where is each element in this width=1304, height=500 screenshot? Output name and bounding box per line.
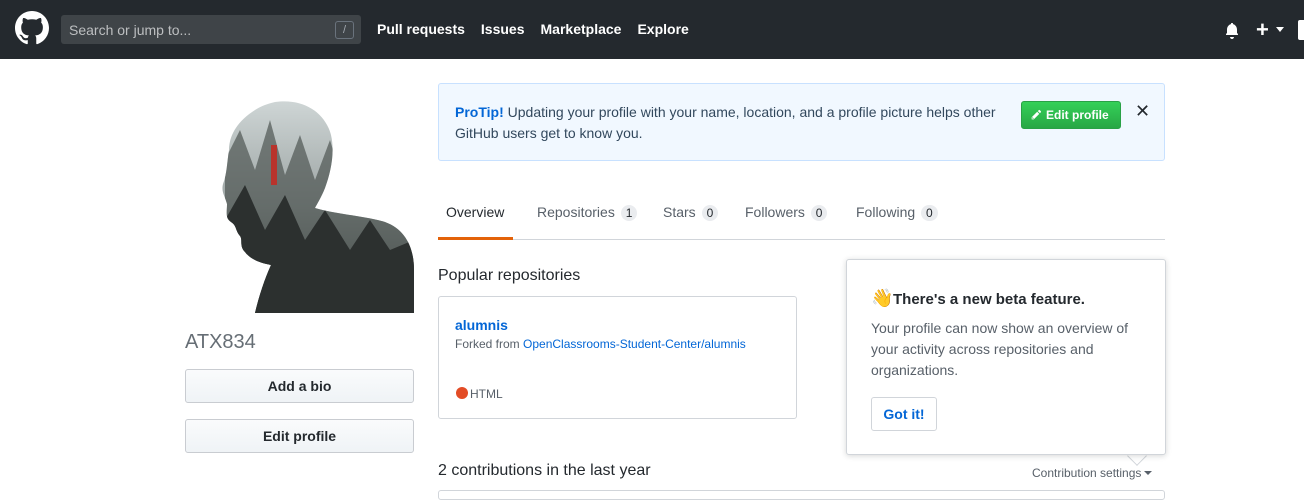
popover-body: Your profile can now show an overview of… — [871, 320, 1129, 378]
pencil-icon — [1031, 109, 1042, 120]
selected-tab-underline — [438, 237, 513, 240]
add-bio-button[interactable]: Add a bio — [185, 369, 414, 403]
header-nav: Pull requests Issues Marketplace Explore — [377, 21, 705, 37]
popover-title-text: There's a new beta feature. — [893, 291, 1085, 308]
tab-stars[interactable]: Stars 0 — [663, 204, 719, 221]
protip-edit-profile-label: Edit profile — [1046, 108, 1109, 122]
waving-hand-icon: 👋 — [871, 288, 894, 308]
forked-prefix: Forked from — [455, 337, 524, 351]
language-color-dot — [456, 387, 468, 399]
protip-banner: ProTip! Updating your profile with your … — [438, 83, 1165, 161]
tab-repositories-label: Repositories — [537, 204, 615, 220]
protip-message: Updating your profile with your name, lo… — [455, 104, 996, 141]
tab-followers-count: 0 — [810, 205, 828, 221]
bell-icon[interactable] — [1225, 23, 1239, 39]
forked-from: Forked from OpenClassrooms-Student-Cente… — [455, 337, 746, 351]
tab-following-label: Following — [856, 204, 916, 220]
tab-following[interactable]: Following 0 — [856, 204, 938, 221]
tab-stars-count: 0 — [701, 205, 719, 221]
tab-repositories-count: 1 — [620, 205, 638, 221]
got-it-button[interactable]: Got it! — [871, 397, 937, 431]
tab-stars-label: Stars — [663, 204, 696, 220]
popular-repositories-heading: Popular repositories — [438, 267, 581, 284]
protip-text: ProTip! Updating your profile with your … — [455, 102, 1015, 144]
tab-overview-label: Overview — [446, 204, 505, 220]
username: ATX834 — [185, 331, 256, 353]
chevron-down-icon[interactable] — [1276, 27, 1284, 32]
repo-language: HTML — [470, 387, 503, 401]
tab-overview[interactable]: Overview — [446, 204, 504, 220]
nav-explore[interactable]: Explore — [637, 21, 688, 37]
close-icon[interactable]: ✕ — [1135, 101, 1150, 122]
tab-followers[interactable]: Followers 0 — [745, 204, 828, 221]
protip-lead: ProTip! — [455, 104, 504, 120]
forked-source-link[interactable]: OpenClassrooms-Student-Center/alumnis — [523, 337, 746, 351]
nav-pull-requests[interactable]: Pull requests — [377, 21, 465, 37]
search-box[interactable]: / — [61, 15, 361, 44]
search-input[interactable] — [61, 15, 331, 44]
github-logo-icon[interactable] — [15, 11, 49, 45]
search-shortcut-hint: / — [335, 21, 354, 39]
nav-marketplace[interactable]: Marketplace — [541, 21, 622, 37]
chevron-down-icon — [1144, 471, 1153, 475]
beta-feature-popover: 👋There's a new beta feature. Your profil… — [846, 259, 1166, 455]
create-new-button[interactable]: + — [1256, 17, 1269, 43]
avatar — [222, 101, 414, 313]
contributions-heading: 2 contributions in the last year — [438, 462, 651, 479]
tab-followers-label: Followers — [745, 204, 805, 220]
tab-following-count: 0 — [921, 205, 938, 221]
top-header: / Pull requests Issues Marketplace Explo… — [0, 0, 1304, 59]
contribution-settings-label: Contribution settings — [1032, 466, 1142, 480]
user-menu-avatar[interactable] — [1298, 20, 1304, 40]
contribution-graph — [438, 490, 1165, 500]
repo-name-link[interactable]: alumnis — [455, 317, 508, 333]
contribution-settings-dropdown[interactable]: Contribution settings — [1032, 466, 1153, 480]
profile-tabs: Overview Repositories 1 Stars 0 Follower… — [438, 188, 1165, 240]
tab-repositories[interactable]: Repositories 1 — [537, 204, 638, 221]
protip-edit-profile-button[interactable]: Edit profile — [1021, 101, 1121, 129]
popover-title: 👋There's a new beta feature. — [871, 288, 1085, 309]
nav-issues[interactable]: Issues — [481, 21, 525, 37]
repo-card: alumnis Forked from OpenClassrooms-Stude… — [438, 296, 797, 419]
edit-profile-button[interactable]: Edit profile — [185, 419, 414, 453]
